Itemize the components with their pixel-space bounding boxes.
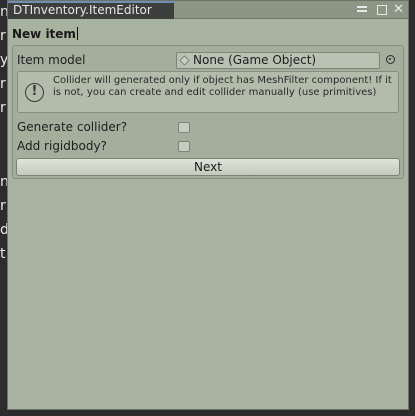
menu-icon[interactable] bbox=[357, 4, 371, 16]
add-rigidbody-checkbox[interactable] bbox=[178, 141, 190, 152]
tab-title: DTInventory.ItemEditor bbox=[13, 3, 152, 17]
gameobject-icon bbox=[179, 55, 190, 66]
object-picker-icon[interactable] bbox=[386, 55, 395, 64]
item-model-field[interactable]: None (Game Object) bbox=[176, 52, 380, 69]
add-rigidbody-label: Add rigidbody? bbox=[17, 139, 107, 153]
generate-collider-checkbox[interactable] bbox=[178, 122, 190, 133]
maximize-icon[interactable] bbox=[377, 5, 388, 15]
info-icon: ! bbox=[25, 83, 44, 102]
heading-text: New item bbox=[12, 27, 76, 41]
item-editor-window: DTInventory.ItemEditor ✕ New item Item m… bbox=[7, 0, 409, 410]
text-caret bbox=[76, 27, 78, 40]
page-title: New item bbox=[12, 27, 78, 41]
window-controls: ✕ bbox=[357, 3, 404, 17]
item-settings-group: Item model None (Game Object) ! Collider… bbox=[12, 45, 404, 179]
help-text: Collider will generated only if object h… bbox=[53, 75, 392, 98]
help-box: ! Collider will generated only if object… bbox=[17, 71, 399, 113]
tab-item-editor[interactable]: DTInventory.ItemEditor bbox=[8, 1, 174, 19]
next-button[interactable]: Next bbox=[16, 158, 400, 176]
generate-collider-label: Generate collider? bbox=[17, 120, 128, 134]
item-model-label: Item model bbox=[17, 53, 86, 67]
item-model-value: None (Game Object) bbox=[193, 53, 317, 67]
window-titlebar: DTInventory.ItemEditor ✕ bbox=[8, 1, 408, 19]
close-icon[interactable]: ✕ bbox=[393, 3, 404, 16]
